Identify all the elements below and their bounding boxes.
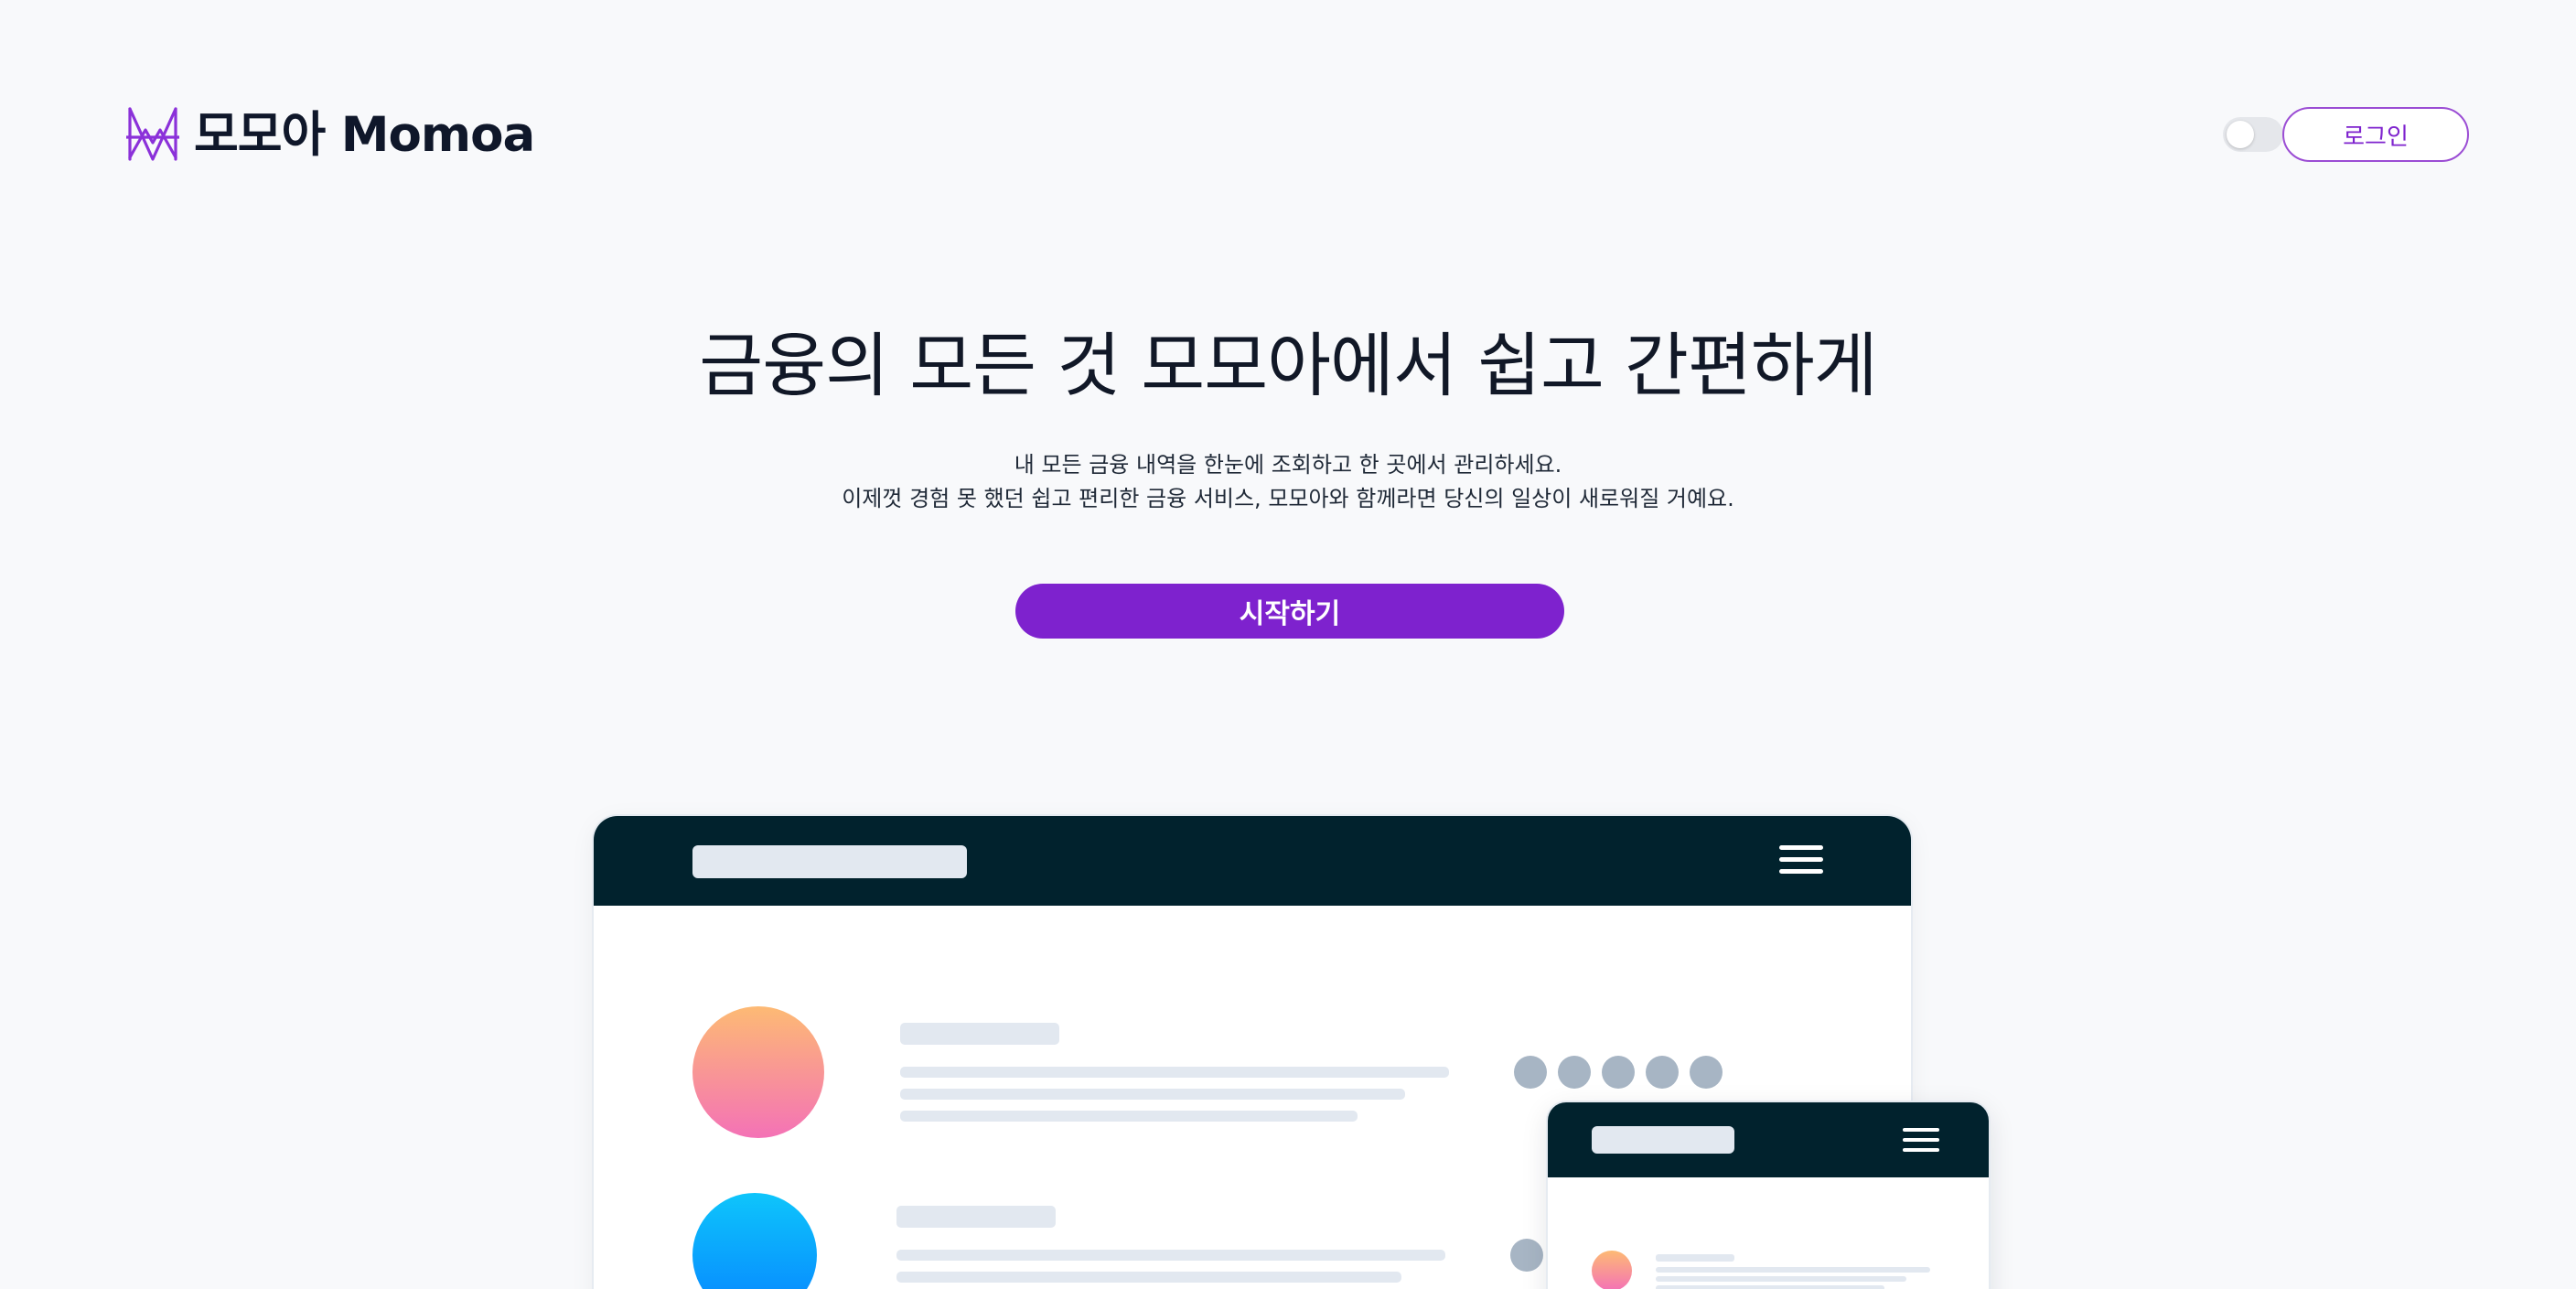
mockup-dot — [1514, 1056, 1547, 1089]
mockup-header-bar — [1548, 1102, 1989, 1177]
skeleton-line — [900, 1111, 1358, 1122]
mockup-avatar — [1592, 1251, 1632, 1289]
mockup-dot — [1646, 1056, 1679, 1089]
hamburger-menu-icon — [1779, 845, 1823, 875]
skeleton-title — [900, 1023, 1059, 1045]
hero-subtitle-line-2: 이제껏 경험 못 했던 쉽고 편리한 금융 서비스, 모모아와 함께라면 당신의… — [842, 486, 1734, 511]
skeleton-line — [1656, 1285, 1884, 1289]
login-button[interactable]: 로그인 — [2282, 107, 2469, 162]
start-button[interactable]: 시작하기 — [1015, 584, 1564, 639]
toggle-knob — [2227, 121, 2254, 148]
mockup-dot — [1602, 1056, 1635, 1089]
mockup-dot — [1510, 1239, 1543, 1272]
mockup-dot — [1558, 1056, 1591, 1089]
hamburger-menu-icon — [1903, 1128, 1939, 1152]
mockup-header-bar — [594, 816, 1911, 906]
skeleton-line — [896, 1250, 1445, 1261]
skeleton-line — [1656, 1276, 1906, 1282]
skeleton-line — [900, 1089, 1405, 1100]
mockup-avatar — [692, 1193, 817, 1289]
theme-toggle[interactable] — [2223, 117, 2283, 152]
mockup-avatar — [692, 1006, 824, 1138]
brand-logo[interactable]: 모모아 Momoa — [126, 102, 535, 166]
skeleton-line — [1656, 1254, 1734, 1262]
brand-name: 모모아 Momoa — [194, 106, 535, 163]
hero-title: 금융의 모든 것 모모아에서 쉽고 간편하게 — [699, 325, 1877, 406]
skeleton-line — [896, 1272, 1401, 1283]
hero-subtitle: 내 모든 금융 내역을 한눈에 조회하고 한 곳에서 관리하세요. 이제껏 경험… — [0, 448, 2576, 516]
hero-subtitle-line-1: 내 모든 금융 내역을 한눈에 조회하고 한 곳에서 관리하세요. — [1014, 452, 1562, 478]
mobile-mockup-illustration — [1548, 1102, 1989, 1289]
mockup-dot — [1690, 1056, 1723, 1089]
mockup-title-placeholder — [1592, 1126, 1734, 1154]
mockup-title-placeholder — [692, 845, 967, 878]
momoa-logo-icon — [126, 106, 179, 163]
skeleton-line — [900, 1067, 1449, 1078]
skeleton-title — [896, 1206, 1056, 1228]
landing-page: 모모아 Momoa 로그인 금융의 모든 것 모모아에서 쉽고 간편하게 내 모… — [0, 0, 2576, 1289]
skeleton-line — [1656, 1267, 1930, 1273]
